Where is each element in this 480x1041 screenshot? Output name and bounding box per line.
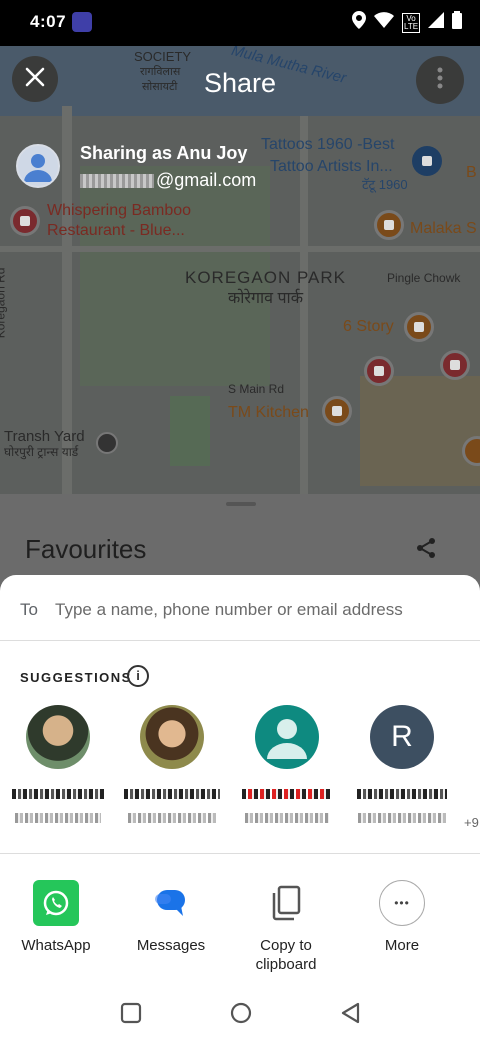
map-label-tattoos-hi: टॅटू 1960 xyxy=(362,177,408,192)
suggested-contact[interactable] xyxy=(117,705,227,825)
suggested-contact[interactable]: R xyxy=(347,705,457,825)
share-icon[interactable] xyxy=(414,536,442,564)
contact-name-redacted xyxy=(117,789,227,801)
more-dots: ••• xyxy=(394,896,410,910)
contact-avatar xyxy=(26,705,90,769)
whatsapp-icon xyxy=(33,880,79,926)
more-contacts-count: +9 xyxy=(464,815,479,830)
location-icon xyxy=(352,11,366,34)
wifi-icon xyxy=(374,12,394,33)
map-pin-tm-kitchen[interactable] xyxy=(322,396,352,426)
contact-name-redacted xyxy=(3,789,113,801)
suggested-contact[interactable] xyxy=(232,705,342,825)
contact-name-redacted xyxy=(347,789,457,801)
contact-number-redacted xyxy=(117,813,227,825)
contact-avatar xyxy=(140,705,204,769)
share-sheet: To SUGGESTIONS i R +9 WhatsApp xyxy=(0,575,480,987)
share-app-whatsapp[interactable]: WhatsApp xyxy=(1,880,111,955)
volte-icon: Vo LTE xyxy=(402,12,420,33)
messages-icon xyxy=(148,880,194,926)
contact-name-redacted xyxy=(232,789,342,801)
account-avatar xyxy=(16,144,60,188)
home-button[interactable] xyxy=(230,1002,252,1024)
share-app-more[interactable]: ••• More xyxy=(347,880,457,955)
recipient-input[interactable] xyxy=(55,595,455,625)
back-button[interactable] xyxy=(340,1002,362,1024)
divider xyxy=(0,853,480,854)
contact-number-redacted xyxy=(3,813,113,825)
contact-avatar xyxy=(255,705,319,769)
commercial-area xyxy=(360,376,480,486)
map-label-transh-yard: Transh Yard xyxy=(4,428,85,445)
map-pin-tattoos[interactable] xyxy=(412,146,442,176)
map-label-koregaon-park: KOREGAON PARK xyxy=(185,268,346,287)
map-label-whispering-2: Restaurant - Blue... xyxy=(47,222,185,239)
contact-avatar: R xyxy=(370,705,434,769)
map-label-cut: B xyxy=(466,164,477,181)
map-pin-six-story[interactable] xyxy=(404,312,434,342)
map-label-tattoos-1: Tattoos 1960 -Best xyxy=(261,136,395,153)
map-label-whispering-1: Whispering Bamboo xyxy=(47,202,192,219)
to-label: To xyxy=(20,600,38,619)
status-bar: 4:07 Vo LTE xyxy=(0,0,480,46)
contact-number-redacted xyxy=(347,813,457,825)
map-label-koregaon-park-hi: कोरेगाव पार्क xyxy=(228,290,303,307)
to-row: To xyxy=(0,575,480,641)
map-pin-red-1[interactable] xyxy=(364,356,394,386)
park-area-small xyxy=(170,396,210,466)
map-label-society: SOCIETY xyxy=(134,49,192,64)
map-label-six-story: 6 Story xyxy=(343,318,394,335)
contact-initial: R xyxy=(391,720,413,753)
app-notification-icon xyxy=(72,12,92,32)
map-label-malaka: Malaka S xyxy=(410,220,477,237)
signal-icon xyxy=(428,12,444,33)
recents-button[interactable] xyxy=(120,1002,142,1024)
map-label-tm-kitchen: TM Kitchen xyxy=(228,404,309,421)
map-pin-red-2[interactable] xyxy=(440,350,470,380)
more-vert-icon xyxy=(437,67,443,94)
map-view[interactable]: SOCIETY रागविलास सोसायटी Mula Mutha Rive… xyxy=(0,46,480,494)
more-horiz-icon: ••• xyxy=(379,880,425,926)
copy-icon xyxy=(263,880,309,926)
map-pin-bus[interactable] xyxy=(96,432,118,454)
email-suffix: @gmail.com xyxy=(156,170,257,190)
map-pin-malaka[interactable] xyxy=(374,210,404,240)
redacted-email xyxy=(80,174,154,189)
map-label-tattoos-2: Tattoo Artists In... xyxy=(270,158,393,175)
map-label-pingle-chowk: Pingle Chowk xyxy=(387,271,461,285)
sharing-as-label: Sharing as Anu Joy xyxy=(80,143,248,163)
map-label-s-main-rd: S Main Rd xyxy=(228,382,285,396)
status-icons: Vo LTE xyxy=(352,11,462,34)
app-label: Messages xyxy=(136,937,206,954)
info-icon[interactable]: i xyxy=(127,665,149,687)
account-email: @gmail.com xyxy=(80,170,256,191)
map-label-koregaon-rd: Koregaon Rd xyxy=(0,267,8,339)
contact-number-redacted xyxy=(232,813,342,825)
battery-icon xyxy=(452,11,462,34)
app-label: Copy to clipboard xyxy=(255,937,317,973)
share-app-copy-to-clipboard[interactable]: Copy to clipboard xyxy=(231,880,341,974)
overflow-menu-button[interactable] xyxy=(416,56,464,104)
app-label: More xyxy=(384,937,420,954)
share-title: Share xyxy=(203,68,277,98)
suggestions-title: SUGGESTIONS xyxy=(20,670,132,685)
map-road xyxy=(0,246,480,252)
drag-handle[interactable] xyxy=(226,502,256,506)
map-pin-whispering-bamboo[interactable] xyxy=(10,206,40,236)
suggested-contact[interactable] xyxy=(3,705,113,825)
map-label-transh-yard-hi: घोरपुरी ट्रान्स यार्ड xyxy=(4,445,79,459)
favourites-title: Favourites xyxy=(25,534,147,564)
status-time: 4:07 xyxy=(30,12,67,31)
app-label: WhatsApp xyxy=(21,937,91,954)
navigation-bar xyxy=(0,987,480,1041)
share-app-messages[interactable]: Messages xyxy=(116,880,226,955)
